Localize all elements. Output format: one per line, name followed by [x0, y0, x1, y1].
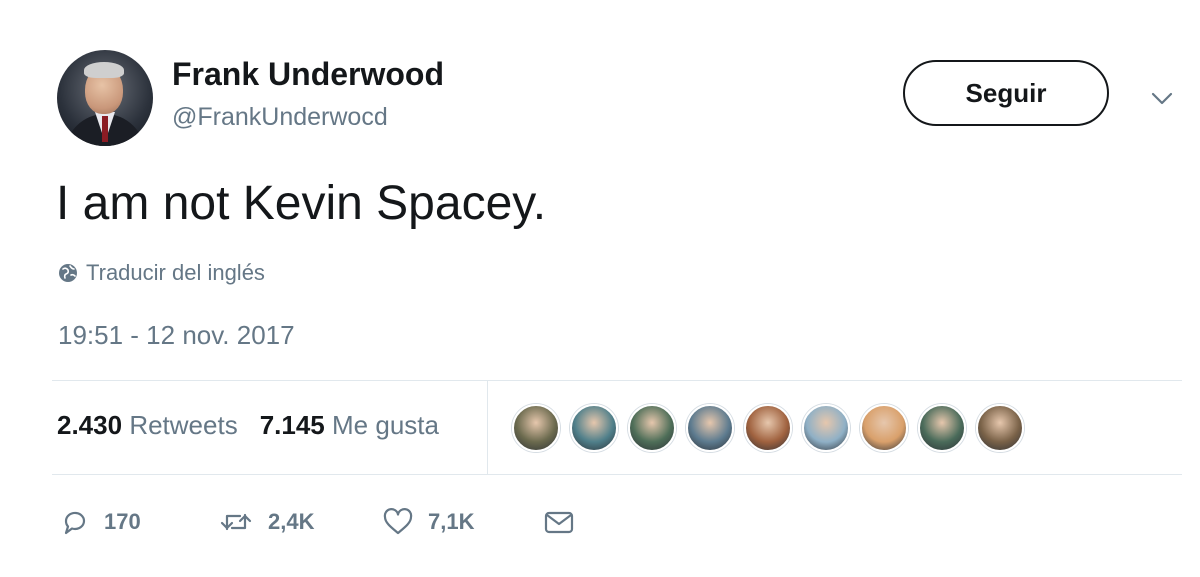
liker-avatar[interactable]	[686, 404, 734, 452]
liker-avatars	[512, 404, 1024, 452]
globe-icon	[59, 264, 77, 282]
stats-divider-bottom	[52, 474, 1182, 475]
display-name[interactable]: Frank Underwood	[172, 56, 444, 93]
retweets-label: Retweets	[129, 410, 238, 440]
avatar-hair	[84, 62, 124, 78]
tweet-stats: 2.430 Retweets 7.145 Me gusta	[57, 410, 439, 441]
like-button[interactable]: 7,1K	[382, 502, 474, 542]
stats-divider-top	[52, 380, 1182, 381]
reply-count: 170	[104, 509, 141, 534]
tweet-card: Frank Underwood @FrankUnderwocd Seguir I…	[0, 0, 1200, 577]
direct-message-button[interactable]	[542, 502, 576, 542]
heart-icon	[383, 508, 413, 535]
retweet-count: 2,4K	[268, 509, 315, 534]
liker-avatar[interactable]	[976, 404, 1024, 452]
user-handle[interactable]: @FrankUnderwocd	[172, 103, 388, 132]
liker-avatar[interactable]	[918, 404, 966, 452]
liker-avatar[interactable]	[512, 404, 560, 452]
retweet-button[interactable]: 2,4K	[218, 502, 314, 542]
more-options-caret[interactable]	[1148, 85, 1176, 113]
retweets-count: 2.430	[57, 410, 123, 440]
liker-avatar[interactable]	[744, 404, 792, 452]
reply-button[interactable]: 170	[60, 502, 141, 542]
mail-icon	[544, 511, 574, 534]
retweets-stat[interactable]: 2.430 Retweets	[57, 410, 238, 441]
likes-label: Me gusta	[332, 410, 439, 440]
chevron-down-icon	[1151, 92, 1173, 105]
tweet-timestamp[interactable]: 19:51 - 12 nov. 2017	[58, 320, 295, 351]
stats-vertical-divider	[487, 381, 488, 474]
avatar-tie	[102, 116, 108, 142]
translate-label: Traducir del inglés	[86, 260, 265, 285]
tweet-text: I am not Kevin Spacey.	[56, 177, 547, 230]
liker-avatar[interactable]	[628, 404, 676, 452]
like-count: 7,1K	[428, 509, 475, 534]
retweet-icon	[220, 513, 252, 531]
liker-avatar[interactable]	[802, 404, 850, 452]
liker-avatar[interactable]	[860, 404, 908, 452]
follow-button[interactable]: Seguir	[903, 60, 1109, 126]
avatar[interactable]	[57, 50, 153, 146]
translate-link[interactable]: Traducir del inglés	[58, 258, 265, 288]
liker-avatar[interactable]	[570, 404, 618, 452]
reply-icon	[64, 511, 86, 535]
likes-stat[interactable]: 7.145 Me gusta	[260, 410, 439, 441]
likes-count: 7.145	[259, 410, 325, 440]
